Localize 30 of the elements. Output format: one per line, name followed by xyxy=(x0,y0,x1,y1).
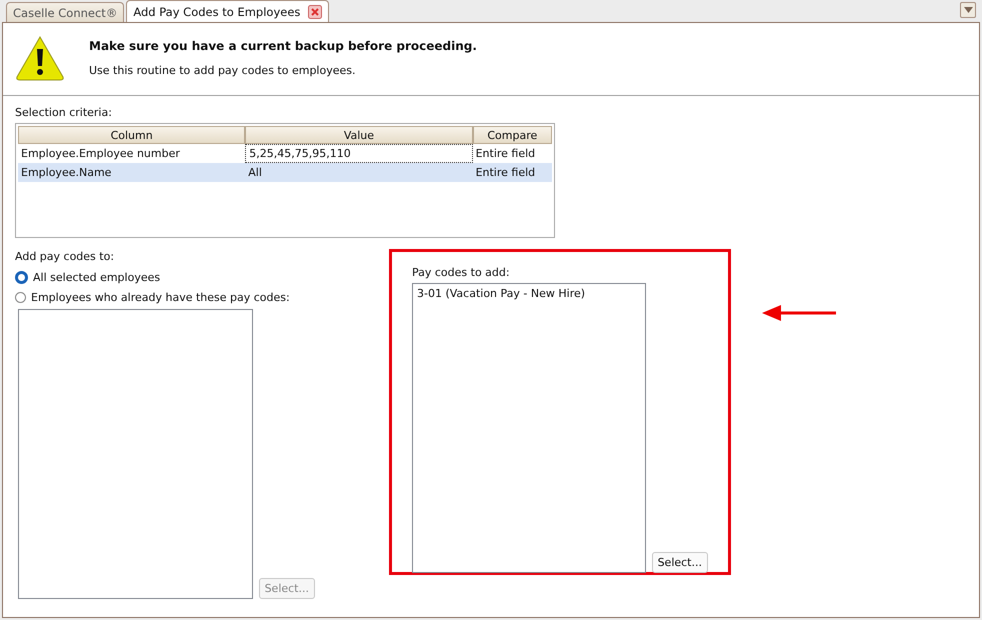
table-cell-text: All xyxy=(247,165,263,181)
table-row[interactable]: Employee.Name All Entire field xyxy=(18,163,552,182)
tab-label: Add Pay Codes to Employees xyxy=(133,4,300,18)
table-cell-text: Entire field xyxy=(474,165,536,181)
section-label: Selection criteria: xyxy=(15,106,113,119)
radio-button[interactable] xyxy=(15,270,28,284)
column-header[interactable]: Column xyxy=(18,126,246,144)
warning-icon xyxy=(15,35,65,81)
arrow-icon xyxy=(761,303,837,323)
table-cell-text: Employee.Name xyxy=(20,165,112,181)
close-icon[interactable] xyxy=(308,4,322,18)
tab[interactable]: Caselle Connect® xyxy=(6,2,124,22)
section-label: Pay codes to add: xyxy=(412,266,511,279)
radio-button[interactable] xyxy=(15,292,26,302)
section-label: Add pay codes to: xyxy=(15,250,116,263)
tab-label: Caselle Connect® xyxy=(13,6,118,20)
caret-icon xyxy=(964,7,972,13)
select-button[interactable]: Select... xyxy=(652,552,708,573)
list-item[interactable]: 3-01 (Vacation Pay - New Hire) xyxy=(417,286,641,301)
radio-option[interactable]: All selected employees xyxy=(15,267,315,287)
column-header[interactable]: Compare xyxy=(472,126,552,144)
tab[interactable]: Add Pay Codes to Employees xyxy=(126,0,330,22)
dropdown-button[interactable] xyxy=(960,2,976,18)
column-header[interactable]: Value xyxy=(245,126,473,144)
warning-title: Make sure you have a current backup before proceeding. xyxy=(89,39,477,53)
table-cell-text: Entire field xyxy=(474,146,536,162)
pay-code-list[interactable]: 3-01 (Vacation Pay - New Hire) xyxy=(412,283,646,573)
warning-description: Use this routine to add pay codes to employees. xyxy=(89,64,356,77)
radio-option[interactable]: Employees who already have these pay codes: xyxy=(15,287,315,307)
table-cell-text: Employee.Employee number xyxy=(20,146,181,162)
